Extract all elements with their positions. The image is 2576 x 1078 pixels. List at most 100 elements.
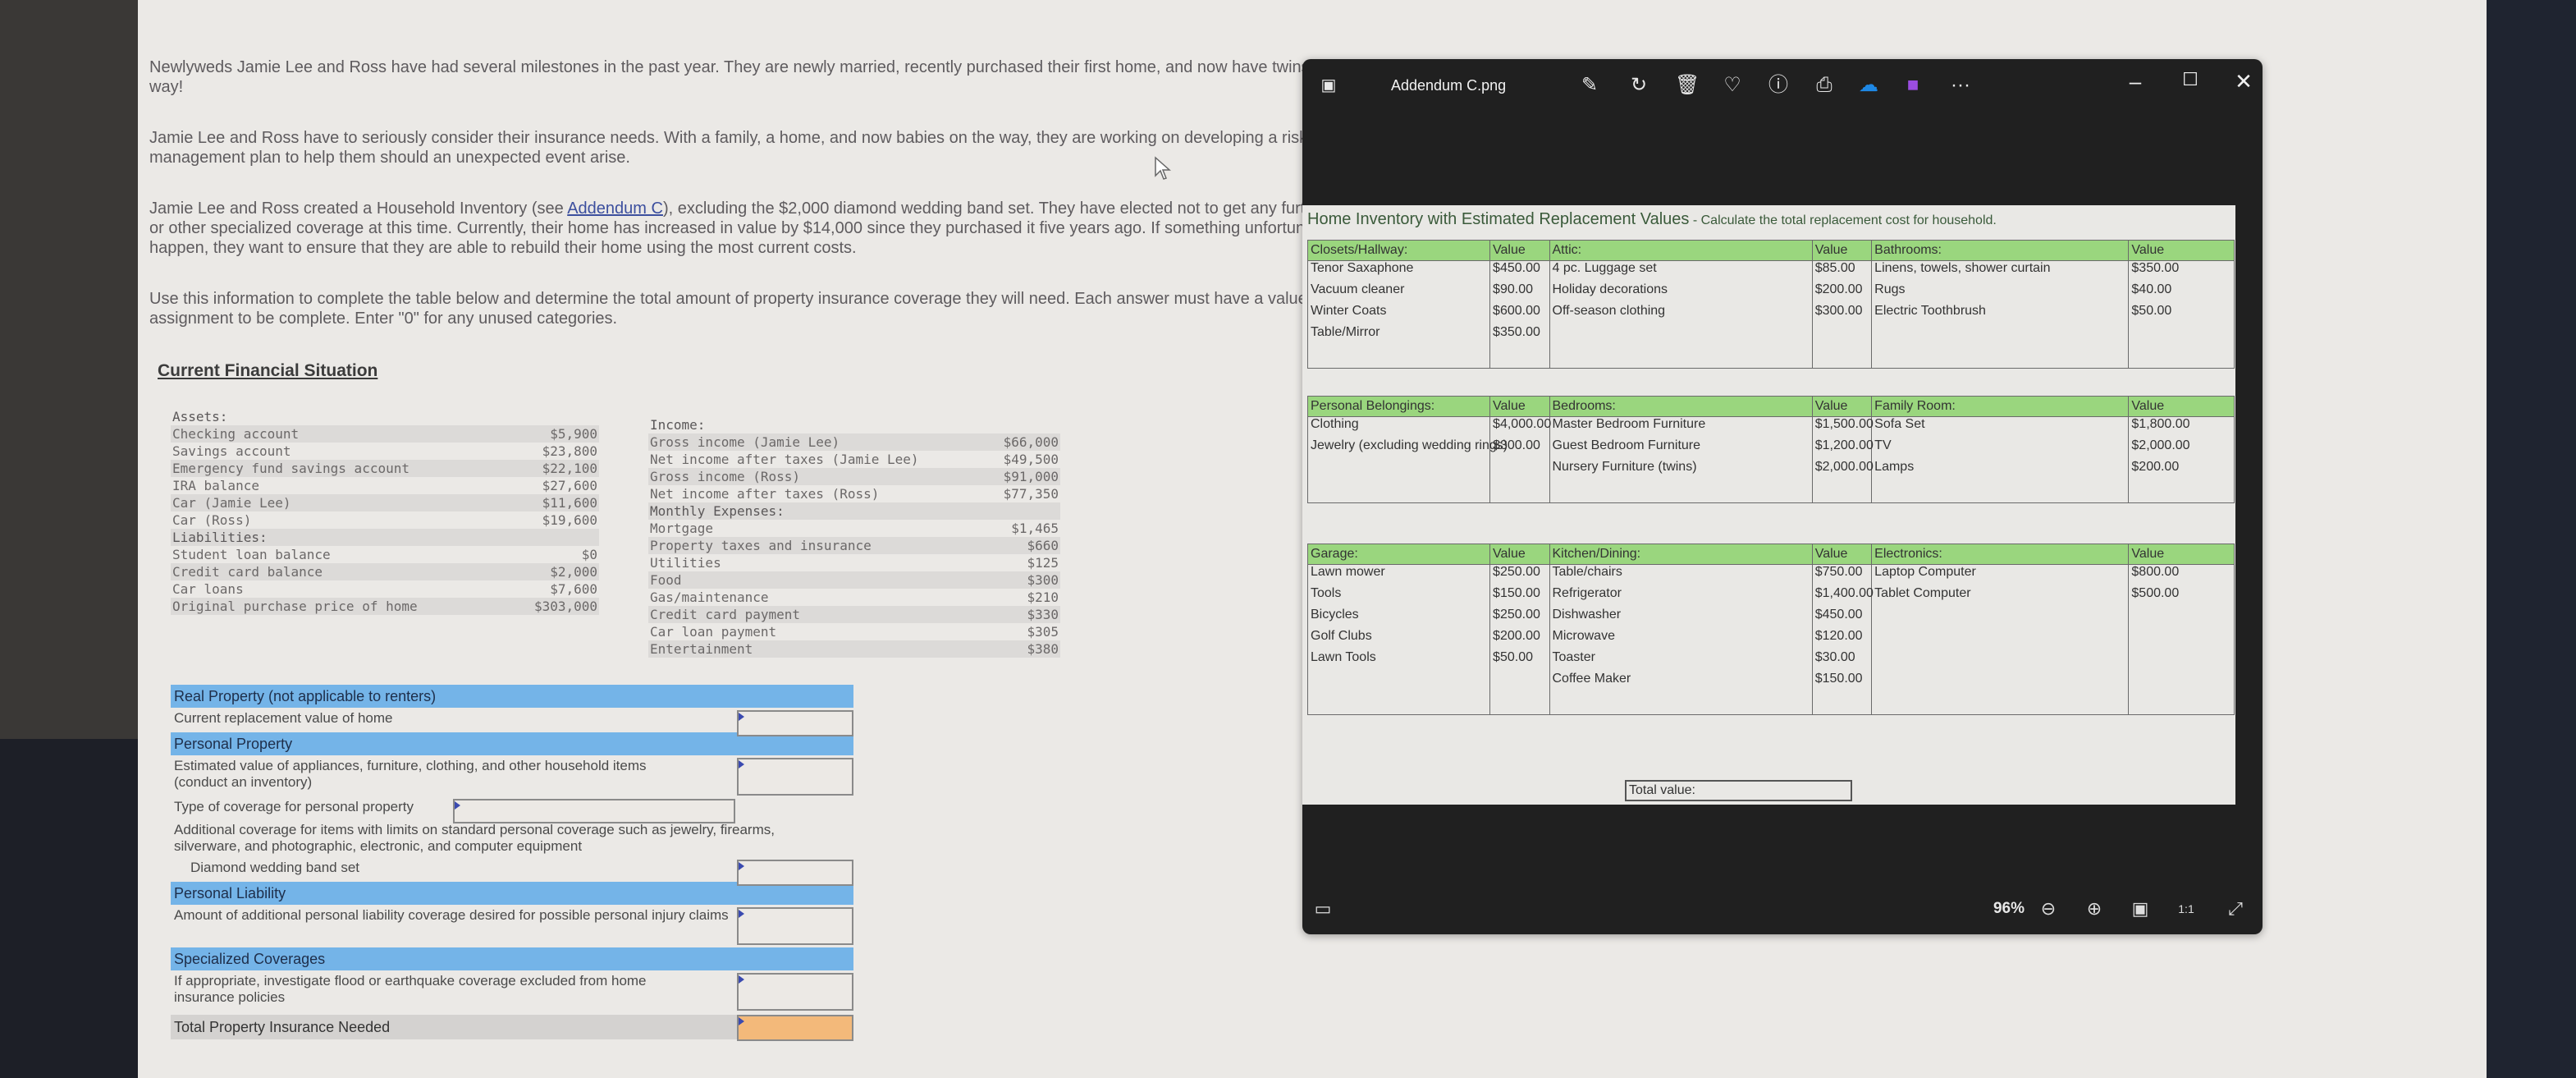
item-name bbox=[1306, 460, 1491, 481]
section-label: Liabilities: bbox=[172, 530, 268, 545]
edit-image-icon[interactable]: ✎ bbox=[1578, 74, 1601, 97]
financial-value: $23,800 bbox=[542, 443, 597, 459]
minimize-button[interactable]: – bbox=[2123, 69, 2148, 94]
financial-row: Utilities $125 bbox=[648, 554, 1060, 571]
fit-to-window-icon[interactable]: ▣ bbox=[2128, 897, 2153, 921]
inventory-title: Home Inventory with Estimated Replacemen… bbox=[1307, 210, 1997, 228]
liability-input[interactable] bbox=[737, 907, 853, 945]
print-icon[interactable]: ⎙ bbox=[1813, 74, 1836, 97]
value-header: Value bbox=[1489, 396, 1550, 417]
item-value bbox=[2128, 481, 2235, 503]
item-value bbox=[1489, 346, 1550, 369]
financial-value: $27,600 bbox=[542, 478, 597, 493]
household-items-input[interactable] bbox=[737, 758, 853, 796]
wedding-band-row: Diamond wedding band set bbox=[171, 857, 853, 886]
item-name bbox=[1549, 693, 1813, 715]
item-value bbox=[1489, 481, 1550, 503]
item-value: $450.00 bbox=[1489, 260, 1550, 282]
financial-value: $380 bbox=[1027, 641, 1059, 657]
section-label: Assets: bbox=[172, 409, 228, 424]
displayed-image: Home Inventory with Estimated Replacemen… bbox=[1302, 205, 2235, 805]
total-insurance-input[interactable] bbox=[737, 1015, 853, 1041]
item-value: $350.00 bbox=[1489, 325, 1550, 346]
inventory-row: Bicycles $250.00 Dishwasher $450.00 bbox=[1306, 608, 2235, 629]
zoom-level: 96% bbox=[1993, 900, 2025, 917]
value-header: Value bbox=[2128, 240, 2235, 261]
item-value bbox=[2128, 672, 2235, 693]
financial-label: Gross income (Ross) bbox=[650, 469, 801, 484]
mouse-cursor-icon bbox=[1155, 156, 1171, 180]
filmstrip-icon[interactable]: ▭ bbox=[1311, 897, 1335, 921]
info-icon[interactable]: ⓘ bbox=[1767, 74, 1790, 97]
maximize-button[interactable]: ☐ bbox=[2178, 69, 2203, 90]
intro-paragraph-2: Jamie Lee and Ross have to seriously con… bbox=[149, 129, 1308, 167]
item-value bbox=[2128, 346, 2235, 369]
flood-earthquake-input[interactable] bbox=[737, 973, 853, 1011]
financial-value: $22,100 bbox=[542, 461, 597, 476]
financial-value: $11,600 bbox=[542, 495, 597, 511]
fullscreen-icon[interactable]: ⤢ bbox=[2223, 897, 2248, 921]
intro-paragraph-1: Newlyweds Jamie Lee and Ross have had se… bbox=[149, 58, 1360, 96]
item-value: $90.00 bbox=[1489, 282, 1550, 304]
financial-label: Credit card balance bbox=[172, 564, 323, 580]
item-name: Electric Toothbrush bbox=[1871, 304, 2130, 325]
delete-icon[interactable]: 🗑 bbox=[1675, 74, 1700, 97]
financial-label: Credit card payment bbox=[650, 607, 801, 622]
financial-row: Original purchase price of home $303,000 bbox=[171, 598, 599, 615]
item-name bbox=[1306, 672, 1491, 693]
onedrive-icon[interactable]: ☁ bbox=[1857, 74, 1880, 97]
item-value: $1,200.00 bbox=[1811, 438, 1874, 460]
financial-value: $330 bbox=[1027, 607, 1059, 622]
value-header: Value bbox=[2128, 544, 2235, 565]
more-icon[interactable]: ··· bbox=[1949, 74, 1972, 97]
item-name: TV bbox=[1871, 438, 2130, 460]
financial-label: Student loan balance bbox=[172, 547, 331, 562]
item-name bbox=[1871, 693, 2130, 715]
category-header: Bedrooms: bbox=[1549, 396, 1813, 417]
value-header: Value bbox=[2128, 396, 2235, 417]
item-value: $50.00 bbox=[2128, 304, 2235, 325]
inventory-row: Tools $150.00 Refrigerator $1,400.00 Tablet … bbox=[1306, 586, 2235, 608]
financial-value: $49,500 bbox=[1003, 452, 1059, 467]
financial-value: $7,600 bbox=[550, 581, 597, 597]
item-name: Table/chairs bbox=[1549, 564, 1813, 586]
zoom-out-icon[interactable]: ⊖ bbox=[2036, 897, 2061, 921]
category-header: Electronics: bbox=[1871, 544, 2130, 565]
item-name: Sofa Set bbox=[1871, 416, 2130, 438]
item-value: $300.00 bbox=[1811, 304, 1873, 325]
item-name bbox=[1871, 481, 2130, 503]
replacement-value-input[interactable] bbox=[737, 710, 853, 736]
item-value: $50.00 bbox=[1489, 650, 1550, 672]
item-name bbox=[1306, 346, 1491, 369]
financial-label: IRA balance bbox=[172, 478, 259, 493]
financial-situation-title: Current Financial Situation bbox=[158, 361, 378, 380]
financial-label: Emergency fund savings account bbox=[172, 461, 410, 476]
favorite-heart-icon[interactable]: ♡ bbox=[1721, 74, 1744, 97]
inventory-row: Clothing $4,000.00 Master Bedroom Furnitur… bbox=[1306, 416, 2235, 438]
financial-row: Credit card payment $330 bbox=[648, 606, 1060, 623]
household-items-row: Estimated value of appliances, furniture… bbox=[171, 755, 853, 796]
financial-row: Emergency fund savings account $22,100 bbox=[171, 460, 599, 477]
financial-row: Property taxes and insurance $660 bbox=[648, 537, 1060, 554]
close-button[interactable]: ✕ bbox=[2231, 69, 2256, 94]
financial-label: Car (Jamie Lee) bbox=[172, 495, 291, 511]
photos-app-icon: ▣ bbox=[1320, 76, 1337, 94]
wedding-band-input[interactable] bbox=[737, 860, 853, 886]
rotate-icon[interactable]: ↻ bbox=[1627, 74, 1650, 97]
item-name: Microwave bbox=[1549, 629, 1813, 650]
item-value bbox=[1489, 693, 1550, 715]
financial-label: Original purchase price of home bbox=[172, 599, 418, 614]
actual-size-icon[interactable]: 1:1 bbox=[2174, 897, 2199, 921]
category-header: Kitchen/Dining: bbox=[1549, 544, 1813, 565]
zoom-in-icon[interactable]: ⊕ bbox=[2082, 897, 2107, 921]
income-header: Income: bbox=[648, 416, 1060, 433]
financial-value: $125 bbox=[1027, 555, 1059, 571]
addendum-c-link[interactable]: Addendum C bbox=[567, 200, 663, 218]
item-name: Refrigerator bbox=[1549, 586, 1813, 608]
item-name bbox=[1306, 693, 1491, 715]
value-header: Value bbox=[1489, 544, 1550, 565]
inventory-row: Jewelry (excluding wedding rings) $300.00… bbox=[1306, 438, 2235, 460]
inventory-block: Closets/Hallway: Value Attic: Value Bathroom… bbox=[1306, 240, 2235, 369]
clipchamp-icon[interactable]: ■ bbox=[1901, 74, 1924, 97]
insurance-needs-table: Real Property (not applicable to renters… bbox=[171, 683, 853, 1041]
